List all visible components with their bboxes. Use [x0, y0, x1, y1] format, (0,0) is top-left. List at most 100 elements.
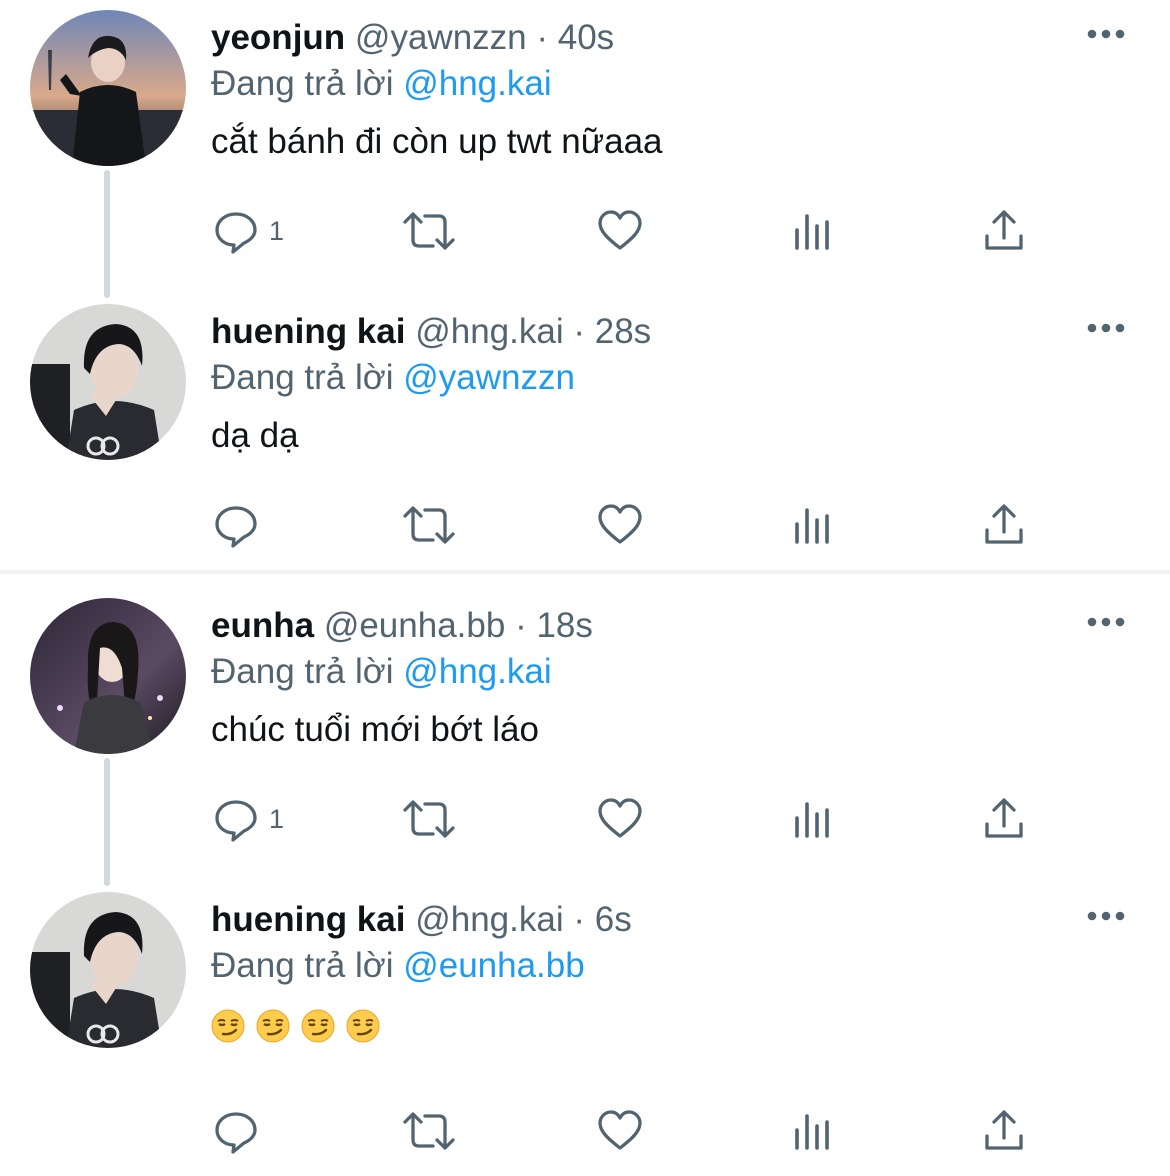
- timestamp[interactable]: 40s: [558, 18, 614, 57]
- tweet[interactable]: eunha @eunha.bb · 18s Đang trả lời @hng.…: [0, 588, 1170, 886]
- tweet-text: [211, 1002, 1170, 1046]
- heart-icon: [598, 504, 642, 544]
- reply-icon: [215, 1112, 257, 1154]
- reply-prefix: Đang trả lời: [211, 64, 394, 103]
- timestamp[interactable]: 6s: [595, 900, 632, 939]
- tweet-header: huening kai @hng.kai · 28s: [211, 310, 1170, 354]
- tweet-actions: [211, 501, 1111, 549]
- heart-icon: [598, 798, 642, 838]
- analytics-icon: [795, 1114, 829, 1150]
- share-button[interactable]: [981, 501, 1027, 549]
- reply-button[interactable]: 1: [213, 207, 284, 255]
- reply-prefix: Đang trả lời: [211, 652, 394, 691]
- more-options-icon[interactable]: [1086, 322, 1126, 334]
- share-button[interactable]: [981, 207, 1027, 255]
- timestamp[interactable]: 18s: [536, 606, 592, 645]
- reply-button[interactable]: 1: [213, 795, 284, 843]
- tweet[interactable]: huening kai @hng.kai · 6s Đang trả lời @…: [0, 882, 1170, 1176]
- avatar[interactable]: [30, 10, 186, 166]
- timestamp[interactable]: 28s: [595, 312, 651, 351]
- share-icon: [985, 1110, 1023, 1150]
- username-handle[interactable]: @hng.kai: [415, 900, 563, 939]
- mention-link[interactable]: @hng.kai: [403, 652, 551, 691]
- share-button[interactable]: [981, 1107, 1027, 1155]
- tweet-header: huening kai @hng.kai · 6s: [211, 898, 1170, 942]
- smirking-face-emoji-icon: [301, 1009, 335, 1043]
- like-button[interactable]: [597, 501, 643, 549]
- avatar-photo-eunha-icon: [30, 598, 186, 754]
- mention-link[interactable]: @yawnzzn: [403, 358, 575, 397]
- tweet-header: eunha @eunha.bb · 18s: [211, 604, 1170, 648]
- reply-icon: [215, 212, 257, 254]
- retweet-icon: [403, 1112, 455, 1150]
- analytics-button[interactable]: [791, 795, 837, 843]
- display-name[interactable]: eunha: [211, 606, 314, 645]
- tweet-actions: 1: [211, 207, 1111, 255]
- tweet[interactable]: yeonjun @yawnzzn · 40s Đang trả lời @hng…: [0, 0, 1170, 298]
- reply-context: Đang trả lời @hng.kai: [211, 648, 1170, 696]
- analytics-icon: [795, 802, 829, 838]
- tweet-actions: 1: [211, 795, 1111, 843]
- retweet-button[interactable]: [401, 501, 457, 549]
- reply-count: 1: [269, 803, 285, 834]
- retweet-icon: [403, 506, 455, 544]
- thread-divider: [0, 570, 1170, 574]
- analytics-button[interactable]: [791, 1107, 837, 1155]
- avatar-photo-hueningkai-icon: [30, 304, 186, 460]
- retweet-button[interactable]: [401, 1107, 457, 1155]
- analytics-button[interactable]: [791, 501, 837, 549]
- smirking-face-emoji-icon: [346, 1009, 380, 1043]
- tweet-header: yeonjun @yawnzzn · 40s: [211, 16, 1170, 60]
- reply-icon: [215, 800, 257, 842]
- smirking-face-emoji-icon: [256, 1009, 290, 1043]
- avatar-photo-hueningkai-icon: [30, 892, 186, 1048]
- share-icon: [985, 504, 1023, 544]
- mention-link[interactable]: @hng.kai: [403, 64, 551, 103]
- reply-button[interactable]: [213, 501, 269, 549]
- heart-icon: [598, 1110, 642, 1150]
- display-name[interactable]: huening kai: [211, 900, 405, 939]
- retweet-icon: [403, 800, 455, 838]
- reply-button[interactable]: [213, 1107, 269, 1155]
- separator-dot: ·: [536, 18, 549, 57]
- reply-context: Đang trả lời @yawnzzn: [211, 354, 1170, 402]
- heart-icon: [598, 210, 642, 250]
- share-icon: [985, 798, 1023, 838]
- like-button[interactable]: [597, 1107, 643, 1155]
- username-handle[interactable]: @hng.kai: [415, 312, 563, 351]
- retweet-button[interactable]: [401, 795, 457, 843]
- share-button[interactable]: [981, 795, 1027, 843]
- retweet-icon: [403, 212, 455, 250]
- avatar[interactable]: [30, 598, 186, 754]
- reply-icon: [215, 506, 257, 548]
- tweet-text: dạ dạ: [211, 416, 299, 455]
- display-name[interactable]: huening kai: [211, 312, 405, 351]
- mention-link[interactable]: @eunha.bb: [403, 946, 585, 985]
- more-options-icon[interactable]: [1086, 28, 1126, 40]
- analytics-button[interactable]: [791, 207, 837, 255]
- reply-context: Đang trả lời @eunha.bb: [211, 942, 1170, 990]
- more-options-icon[interactable]: [1086, 910, 1126, 922]
- username-handle[interactable]: @eunha.bb: [324, 606, 506, 645]
- reply-prefix: Đang trả lời: [211, 946, 394, 985]
- separator-dot: ·: [573, 900, 585, 939]
- like-button[interactable]: [597, 795, 643, 843]
- avatar[interactable]: [30, 892, 186, 1048]
- separator-dot: ·: [515, 606, 527, 645]
- like-button[interactable]: [597, 207, 643, 255]
- username-handle[interactable]: @yawnzzn: [355, 18, 527, 57]
- smirking-face-emoji-icon: [211, 1009, 245, 1043]
- display-name[interactable]: yeonjun: [211, 18, 345, 57]
- more-options-icon[interactable]: [1086, 616, 1126, 628]
- analytics-icon: [795, 508, 829, 544]
- thread-connector: [104, 758, 110, 886]
- avatar[interactable]: [30, 304, 186, 460]
- tweet[interactable]: huening kai @hng.kai · 28s Đang trả lời …: [0, 294, 1170, 588]
- avatar-photo-yeonjun-icon: [30, 10, 186, 166]
- separator-dot: ·: [573, 312, 585, 351]
- retweet-button[interactable]: [401, 207, 457, 255]
- reply-prefix: Đang trả lời: [211, 358, 394, 397]
- analytics-icon: [795, 214, 829, 250]
- tweet-text: chúc tuổi mới bớt láo: [211, 710, 539, 749]
- share-icon: [985, 210, 1023, 250]
